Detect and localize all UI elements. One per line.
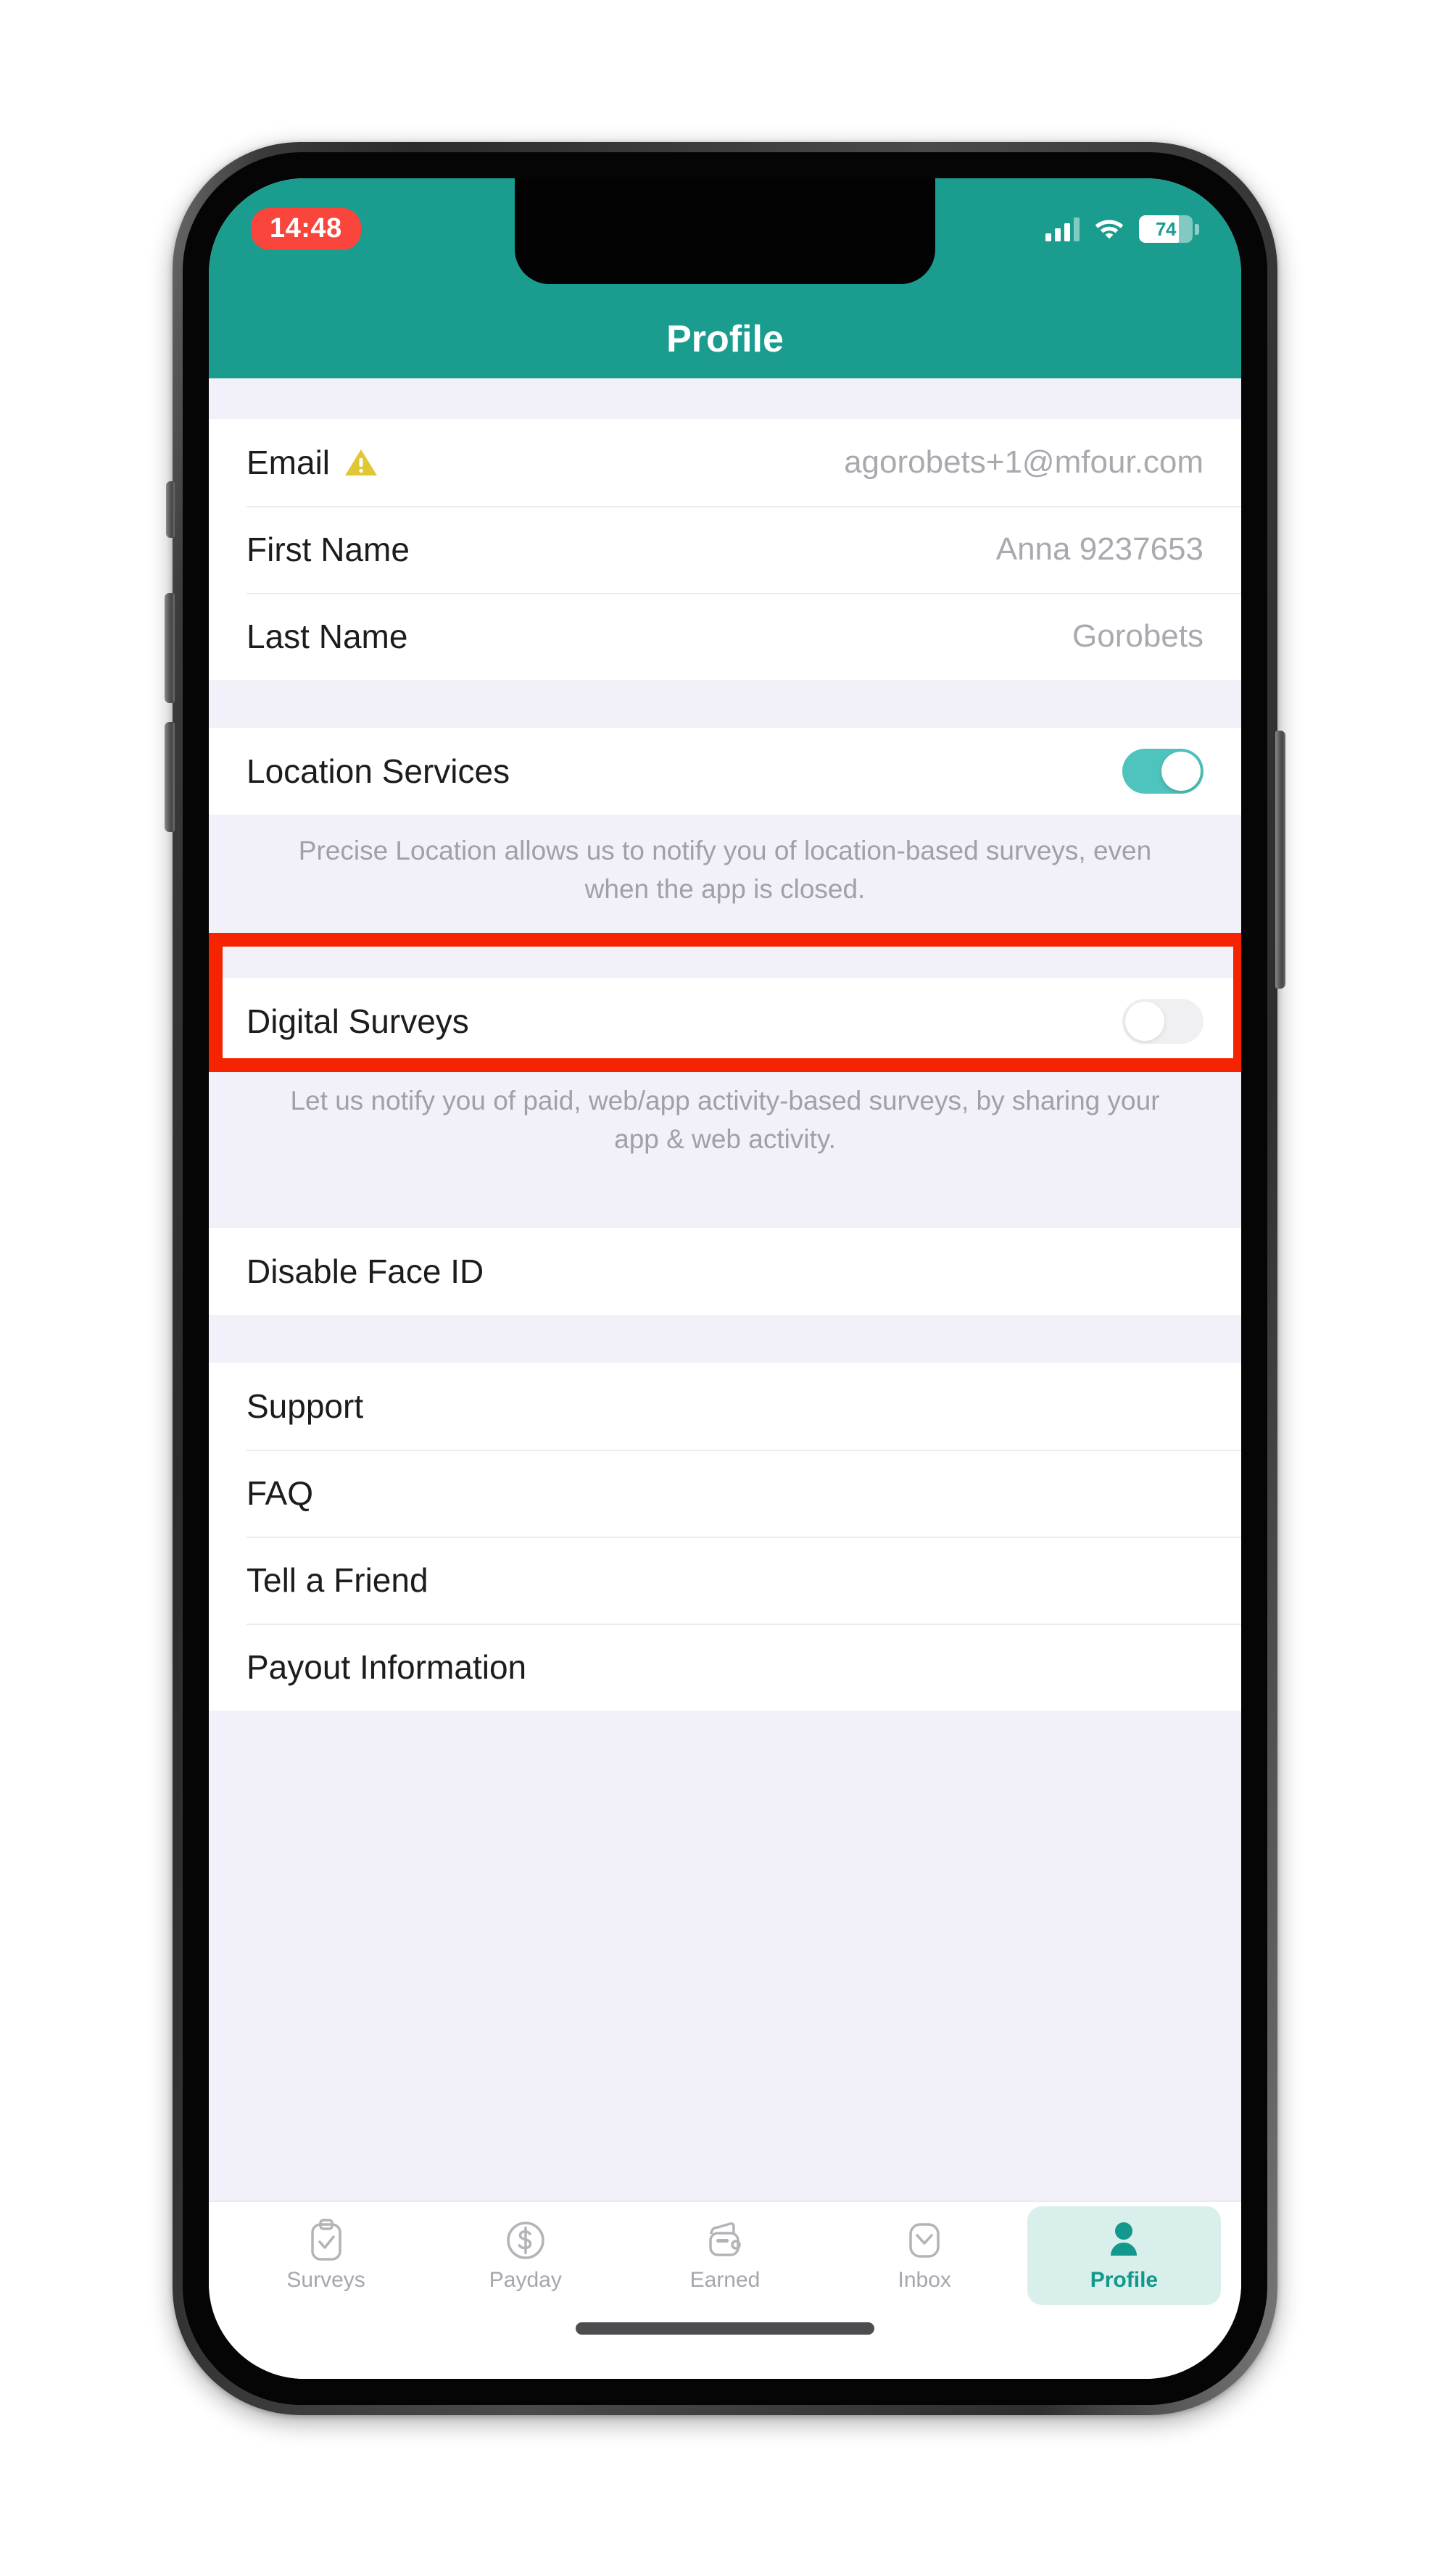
app-header: 14:48 74 Profile [209,178,1241,378]
mute-switch-button[interactable] [166,481,175,538]
toggle-knob [1161,752,1201,791]
phone-bezel: 14:48 74 Profile Email agorobets+1@mfour… [183,152,1267,2405]
row-support[interactable]: Support [209,1363,1241,1450]
volume-down-button[interactable] [165,722,175,832]
tab-profile[interactable]: Profile [1027,2206,1222,2305]
last-name-label: Last Name [246,618,408,655]
envelope-icon [906,2219,942,2262]
row-disable-face-id[interactable]: Disable Face ID [209,1228,1241,1316]
toggle-knob [1125,1002,1164,1042]
security-section: Disable Face ID [209,1228,1241,1316]
home-indicator[interactable] [576,2322,874,2335]
cellular-signal-icon [1045,217,1080,241]
row-faq[interactable]: FAQ [209,1450,1241,1537]
last-name-value: Gorobets [1072,618,1204,654]
phone-device-frame: 14:48 74 Profile Email agorobets+1@mfour… [165,142,1285,2415]
row-location-services[interactable]: Location Services [209,728,1241,815]
section-gap [209,930,1241,979]
faq-label: FAQ [246,1474,314,1513]
battery-icon: 74 [1139,215,1199,243]
account-section: Email agorobets+1@mfour.com First Name A… [209,419,1241,680]
section-gap [209,1315,1241,1363]
digital-surveys-label: Digital Surveys [246,1002,469,1041]
section-gap [209,378,1241,419]
row-first-name[interactable]: First Name Anna 9237653 [209,506,1241,593]
status-bar: 14:48 74 [209,203,1241,255]
payout-information-label: Payout Information [246,1648,527,1687]
tab-payday[interactable]: Payday [428,2206,622,2305]
tab-label-profile: Profile [1090,2268,1159,2292]
warning-triangle-icon [344,448,378,477]
volume-up-button[interactable] [165,593,175,703]
email-label: Email [246,444,331,481]
row-tell-a-friend[interactable]: Tell a Friend [209,1537,1241,1624]
support-label: Support [246,1387,364,1426]
power-button[interactable] [1275,731,1285,989]
status-indicators: 74 [1045,215,1199,243]
menu-section: Support FAQ Tell a Friend Payout Informa… [209,1363,1241,1711]
first-name-value: Anna 9237653 [995,531,1204,567]
tab-label-inbox: Inbox [898,2268,951,2292]
tab-surveys[interactable]: Surveys [229,2206,423,2305]
location-services-helper-text: Precise Location allows us to notify you… [209,815,1241,931]
battery-percent-label: 74 [1156,217,1176,240]
phone-screen: 14:48 74 Profile Email agorobets+1@mfour… [209,178,1241,2379]
tab-earned[interactable]: Earned [628,2206,821,2305]
status-clock: 14:48 [251,208,361,250]
tab-label-payday: Payday [489,2268,562,2292]
person-icon [1103,2219,1144,2262]
email-value: agorobets+1@mfour.com [844,444,1204,480]
digital-surveys-section: Digital Surveys [209,978,1241,1065]
tell-a-friend-label: Tell a Friend [246,1561,428,1600]
dollar-circle-icon [505,2219,546,2262]
tab-inbox[interactable]: Inbox [828,2206,1022,2305]
row-digital-surveys[interactable]: Digital Surveys [209,978,1241,1065]
profile-settings-list[interactable]: Email agorobets+1@mfour.com First Name A… [209,378,1241,2201]
wallet-icon [704,2219,746,2262]
section-gap [209,680,1241,728]
wifi-icon [1094,216,1124,243]
location-services-section: Location Services [209,728,1241,815]
disable-face-id-label: Disable Face ID [246,1252,484,1291]
row-label-wrap: Email [246,443,378,482]
digital-surveys-toggle[interactable] [1122,999,1204,1044]
tab-label-earned: Earned [689,2268,761,2292]
home-indicator-area [209,2309,1241,2379]
row-payout-information[interactable]: Payout Information [209,1624,1241,1711]
row-email[interactable]: Email agorobets+1@mfour.com [209,419,1241,506]
clipboard-check-icon [307,2219,345,2262]
tab-label-surveys: Surveys [286,2268,365,2292]
row-last-name[interactable]: Last Name Gorobets [209,593,1241,680]
page-title: Profile [666,318,784,360]
digital-surveys-helper-text: Let us notify you of paid, web/app activ… [209,1065,1241,1229]
location-services-toggle[interactable] [1122,749,1204,794]
bottom-tab-bar[interactable]: Surveys Payday Earned Inbox Profile [209,2201,1241,2309]
location-services-label: Location Services [246,752,510,790]
first-name-label: First Name [246,531,410,568]
